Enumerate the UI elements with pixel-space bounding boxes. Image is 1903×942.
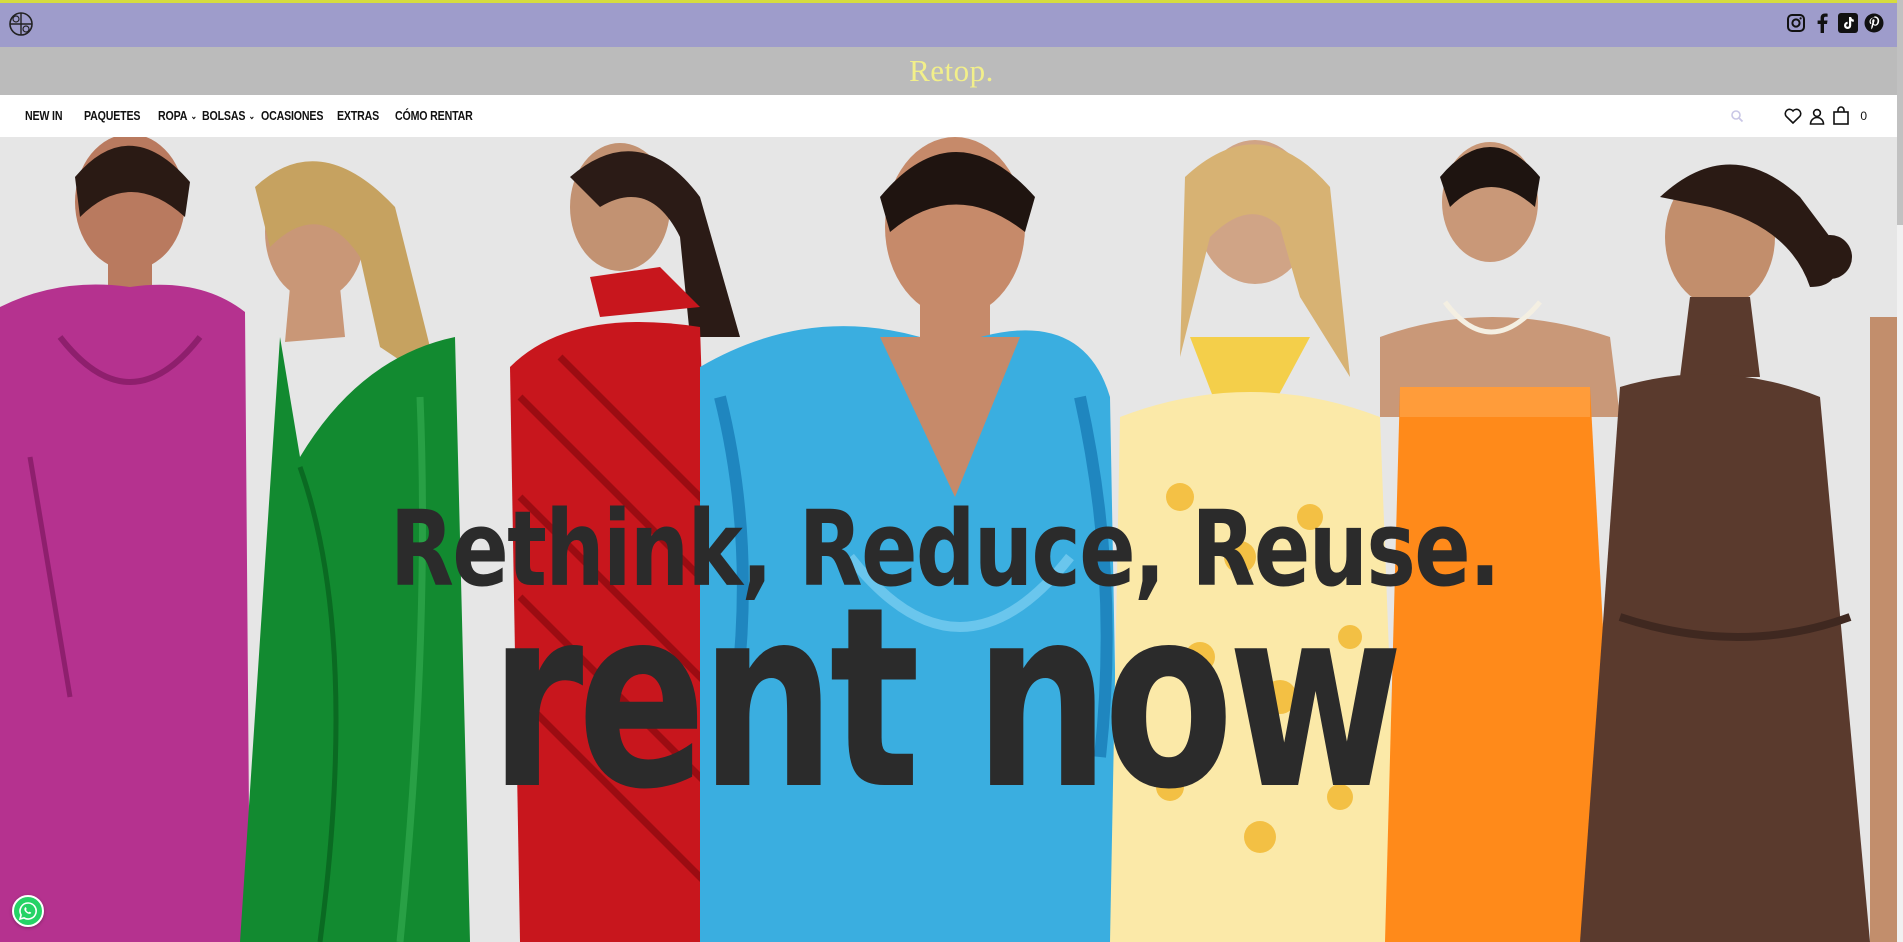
nav-item-bolsas[interactable]: BOLSAS ⌄ — [202, 109, 255, 123]
brand-bar: Retop. — [0, 47, 1903, 95]
chevron-down-icon: ⌄ — [190, 110, 198, 121]
tiktok-icon[interactable] — [1837, 12, 1859, 34]
nav-item-como-rentar[interactable]: CÓMO RENTAR — [395, 109, 473, 123]
nav-item-new-in[interactable]: NEW IN — [25, 109, 63, 123]
pinterest-icon[interactable] — [1863, 12, 1885, 34]
nav-item-ropa[interactable]: ROPA ⌄ — [158, 109, 197, 123]
user-icon[interactable] — [1806, 105, 1828, 127]
search-icon[interactable] — [1726, 105, 1748, 127]
retop-monogram-icon[interactable] — [8, 11, 34, 37]
bag-icon[interactable] — [1830, 105, 1852, 127]
chevron-down-icon: ⌄ — [248, 110, 255, 121]
hero-headline-cta[interactable]: rent now — [220, 574, 1666, 824]
facebook-icon[interactable] — [1811, 12, 1833, 34]
cart-count[interactable]: 0 — [1860, 109, 1867, 123]
whatsapp-icon[interactable] — [12, 895, 44, 927]
nav-item-ocasiones[interactable]: OCASIONES — [261, 109, 323, 123]
social-links — [1785, 12, 1885, 34]
heart-icon[interactable] — [1782, 105, 1804, 127]
announcement-bar — [0, 0, 1903, 47]
instagram-icon[interactable] — [1785, 12, 1807, 34]
brand-logo[interactable]: Retop. — [909, 53, 994, 88]
main-navigation: NEW IN PAQUETES ROPA ⌄ BOLSAS ⌄ OCASIONES … — [0, 95, 1903, 137]
scrollbar-thumb[interactable] — [1897, 0, 1903, 225]
nav-item-paquetes[interactable]: PAQUETES — [84, 109, 140, 123]
nav-item-extras[interactable]: EXTRAS — [337, 109, 379, 123]
page-scrollbar[interactable] — [1897, 0, 1903, 942]
hero-banner[interactable]: Rethink, Reduce, Reuse. rent now — [0, 137, 1903, 942]
